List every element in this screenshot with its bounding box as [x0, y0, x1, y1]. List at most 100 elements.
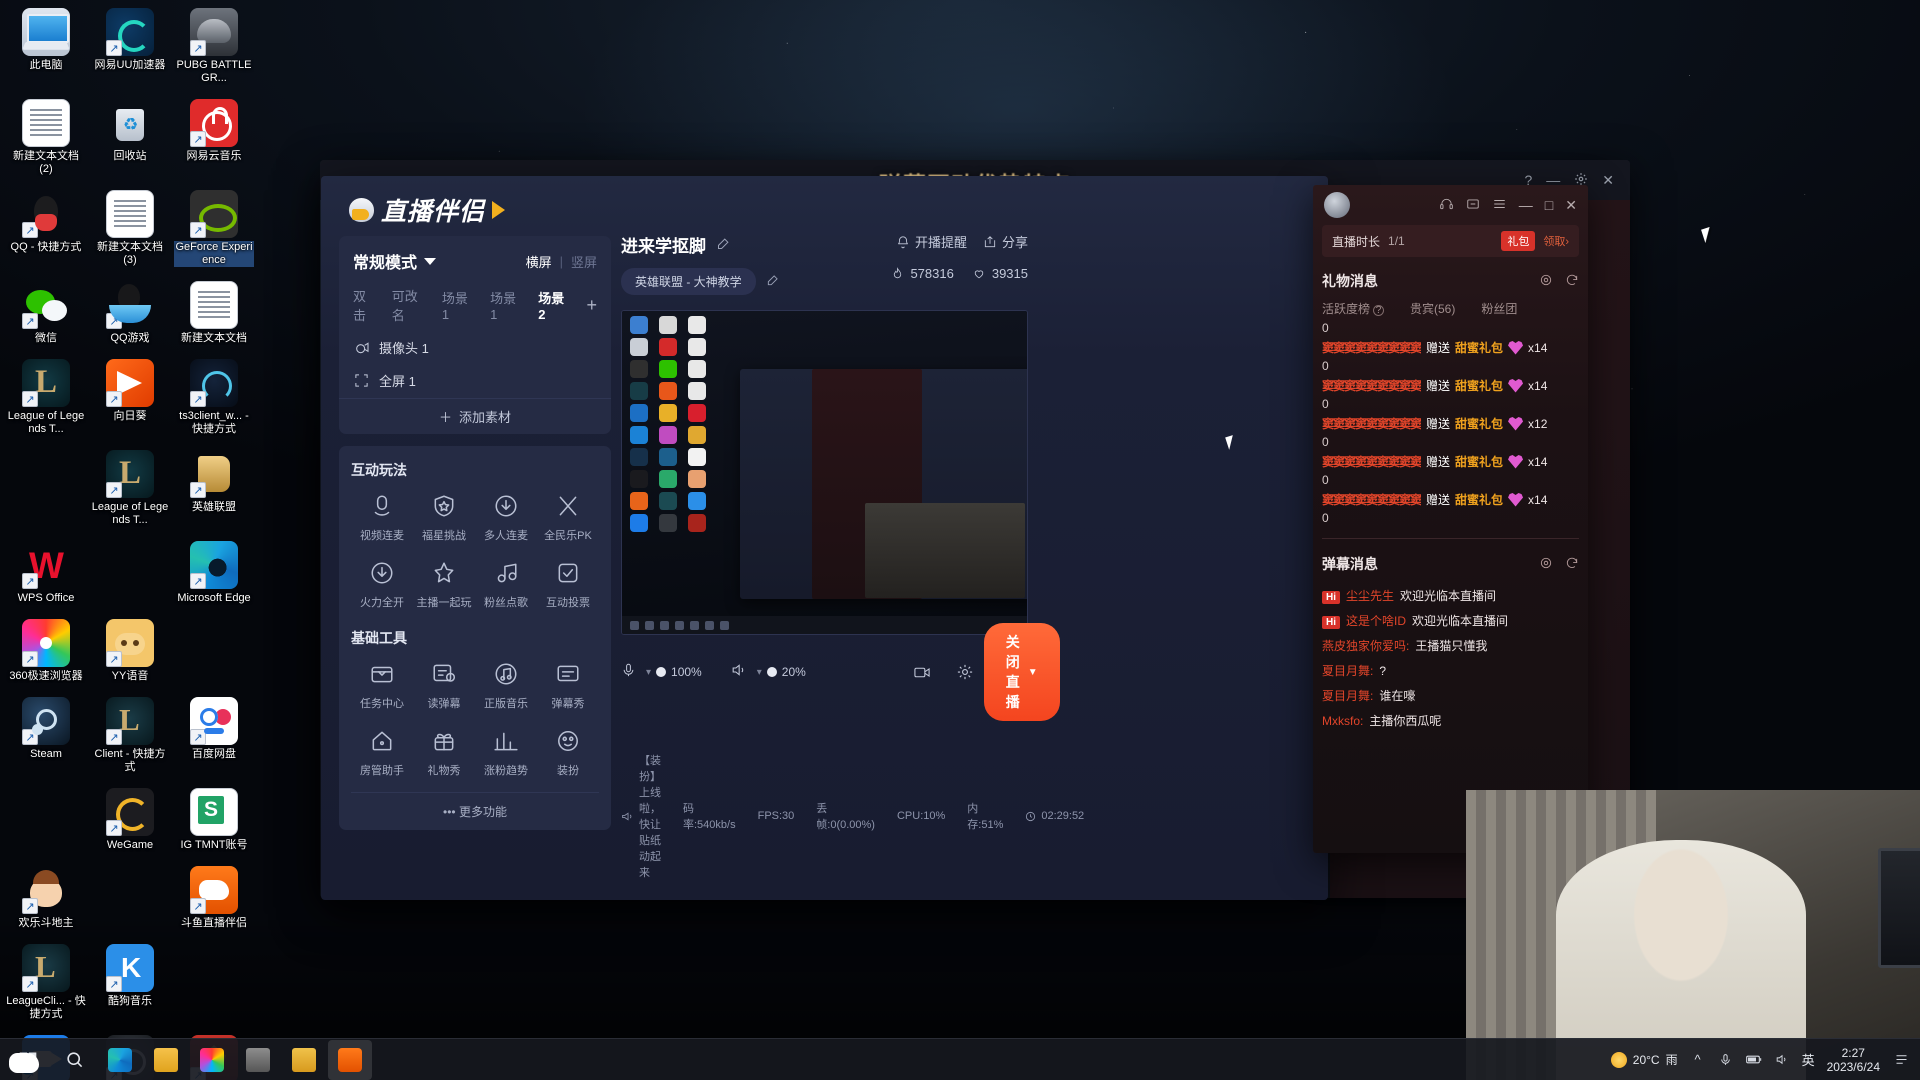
- weather-widget[interactable]: 20°C 雨: [1610, 1051, 1678, 1068]
- danmaku-message-row[interactable]: 夏目月舞:?: [1322, 658, 1579, 683]
- layer-item-camera[interactable]: 摄像头 1: [353, 338, 597, 357]
- orientation-landscape[interactable]: 横屏: [526, 252, 552, 271]
- mic-caret-icon[interactable]: ▾: [646, 667, 651, 678]
- mic-icon[interactable]: [1718, 1052, 1734, 1068]
- add-scene-icon[interactable]: +: [586, 296, 597, 314]
- tool-item[interactable]: 主播一起玩: [413, 557, 475, 610]
- desktop-icon[interactable]: 酷狗音乐: [90, 940, 170, 1021]
- gift-message-row[interactable]: 窦窦窦窦窦窦窦窦窦 赠送 甜蜜礼包 x12: [1322, 414, 1579, 433]
- minimize-icon[interactable]: —: [1519, 197, 1533, 213]
- settings-button[interactable]: [956, 659, 974, 685]
- target-icon[interactable]: [1539, 273, 1553, 290]
- gift-message-list[interactable]: 0 窦窦窦窦窦窦窦窦窦 赠送 甜蜜礼包 x14 0 窦窦窦窦窦窦窦窦窦 赠送 甜蜜礼包 x14 0 窦…: [1322, 319, 1579, 528]
- edit-icon[interactable]: [716, 236, 731, 254]
- danmaku-message-list[interactable]: Hi 尘尘先生 欢迎光临本直播间 Hi 这是个啥ID 欢迎光临本直播间 燕皮独家你爱吗: 王播…: [1322, 579, 1579, 733]
- gift-tab-vip[interactable]: 贵宾(56): [1410, 300, 1455, 317]
- scene-tab-0[interactable]: 双击: [353, 286, 376, 324]
- category-edit-icon[interactable]: [766, 273, 780, 290]
- search-button[interactable]: [52, 1040, 96, 1080]
- desktop-icon[interactable]: 新建文本文档 (3): [90, 186, 170, 267]
- stream-preview[interactable]: [621, 310, 1028, 635]
- desktop-icon[interactable]: 英雄联盟: [174, 446, 254, 527]
- danmaku-message-row[interactable]: 夏目月舞: 谁在嚎: [1322, 683, 1579, 708]
- scene-tab-4[interactable]: 场景 2: [538, 288, 570, 322]
- live-companion-window[interactable]: 直播伴侣 常规模式 横屏 | 竖屏 双击 可改名 场景 1 场景 1 场景 2 …: [321, 176, 1328, 900]
- gift-message-row[interactable]: 窦窦窦窦窦窦窦窦窦 赠送 甜蜜礼包 x14: [1322, 452, 1579, 471]
- desktop-icon[interactable]: 网易云音乐: [174, 95, 254, 176]
- taskbar-item-chrome[interactable]: [190, 1040, 234, 1080]
- desktop-icon[interactable]: 微信: [6, 277, 86, 345]
- refresh-icon[interactable]: [1565, 556, 1579, 573]
- gift-message-row[interactable]: 窦窦窦窦窦窦窦窦窦 赠送 甜蜜礼包 x14: [1322, 490, 1579, 509]
- category-pill[interactable]: 英雄联盟 - 大神教学: [621, 268, 756, 295]
- desktop-icon[interactable]: 网易UU加速器: [90, 4, 170, 85]
- desktop-icon[interactable]: 360极速浏览器: [6, 615, 86, 683]
- taskbar-item-douyu[interactable]: [328, 1039, 372, 1080]
- taskbar-item-edge[interactable]: [98, 1040, 142, 1080]
- gift-tab-activity[interactable]: 活跃度榜?: [1322, 300, 1385, 317]
- gift-message-row[interactable]: 窦窦窦窦窦窦窦窦窦 赠送 甜蜜礼包 x14: [1322, 376, 1579, 395]
- headset-icon[interactable]: [1439, 197, 1454, 214]
- danmaku-message-row[interactable]: 燕皮独家你爱吗: 王播猫只懂我: [1322, 633, 1579, 658]
- speaker-icon[interactable]: [730, 662, 747, 682]
- tool-item[interactable]: 全民乐PK: [537, 490, 599, 543]
- orientation-toggle[interactable]: 横屏 | 竖屏: [526, 252, 597, 271]
- desktop-icon[interactable]: 回收站: [90, 95, 170, 176]
- tool-item[interactable]: 互动投票: [537, 557, 599, 610]
- desktop-icon[interactable]: 新建文本文档 (2): [6, 95, 86, 176]
- clock-widget[interactable]: 2:27 2023/6/24: [1827, 1046, 1880, 1074]
- desktop-icon[interactable]: 百度网盘: [174, 693, 254, 774]
- gift-message-row[interactable]: 窦窦窦窦窦窦窦窦窦 赠送 甜蜜礼包 x14: [1322, 338, 1579, 357]
- ime-indicator[interactable]: 英: [1802, 1050, 1815, 1069]
- desktop-icon[interactable]: YY语音: [90, 615, 170, 683]
- speaker-caret-icon[interactable]: ▾: [757, 667, 762, 678]
- tool-item[interactable]: 礼物秀: [413, 725, 475, 778]
- scene-tab-2[interactable]: 场景 1: [442, 288, 474, 322]
- layer-item-fullscreen[interactable]: 全屏 1: [353, 371, 597, 390]
- refresh-icon[interactable]: [1565, 273, 1579, 290]
- tool-item[interactable]: 装扮: [537, 725, 599, 778]
- orientation-portrait[interactable]: 竖屏: [571, 252, 597, 271]
- taskbar-item-notepad[interactable]: [282, 1040, 326, 1080]
- tool-item[interactable]: 粉丝点歌: [475, 557, 537, 610]
- avatar[interactable]: [1324, 192, 1350, 218]
- chevron-down-icon[interactable]: ▼: [1028, 667, 1038, 678]
- battery-icon[interactable]: [1745, 1052, 1762, 1068]
- desktop-icon[interactable]: LeagueCli... - 快捷方式: [6, 940, 86, 1021]
- taskbar-item-explorer[interactable]: [144, 1040, 188, 1080]
- mode-selector[interactable]: 常规模式: [353, 249, 437, 273]
- share-button[interactable]: 分享: [983, 232, 1028, 251]
- desktop-icon[interactable]: IG TMNT账号: [174, 784, 254, 852]
- desktop-icon[interactable]: League of Legends T...: [6, 355, 86, 436]
- add-source-button[interactable]: ＋ 添加素材: [339, 398, 611, 434]
- tool-item[interactable]: 房管助手: [351, 725, 413, 778]
- desktop-icon[interactable]: 向日葵: [90, 355, 170, 436]
- scene-tab-3[interactable]: 场景 1: [490, 288, 522, 322]
- tool-item[interactable]: 涨粉趋势: [475, 725, 537, 778]
- desktop-icon[interactable]: 斗鱼直播伴侣: [174, 862, 254, 930]
- desktop-icon[interactable]: ts3client_w... - 快捷方式: [174, 355, 254, 436]
- taskbar-item-player[interactable]: [236, 1040, 280, 1080]
- tool-item[interactable]: 正版音乐: [475, 658, 537, 711]
- chevron-up-icon[interactable]: ^: [1690, 1052, 1706, 1068]
- tool-item[interactable]: 火力全开: [351, 557, 413, 610]
- more-features-button[interactable]: ••• 更多功能: [351, 792, 599, 820]
- desktop-icon[interactable]: WPS Office: [6, 537, 86, 605]
- douyu-titlebar[interactable]: — □ ✕: [1313, 185, 1588, 225]
- desktop-icon[interactable]: QQ游戏: [90, 277, 170, 345]
- gift-badge[interactable]: 礼包: [1501, 231, 1536, 251]
- gift-tab-fanclub[interactable]: 粉丝团: [1481, 300, 1517, 317]
- desktop-icon[interactable]: GeForce Experience: [174, 186, 254, 267]
- desktop-icon[interactable]: 欢乐斗地主: [6, 862, 86, 930]
- mic-icon[interactable]: [621, 662, 636, 683]
- tool-item[interactable]: 视频连麦: [351, 490, 413, 543]
- desktop-icon[interactable]: Microsoft Edge: [174, 537, 254, 605]
- stop-stream-button[interactable]: 关闭直播 ▼: [983, 623, 1060, 721]
- claim-button[interactable]: 领取›: [1543, 233, 1569, 249]
- desktop-icon[interactable]: 此电脑: [6, 4, 86, 85]
- screenshot-icon[interactable]: [1466, 197, 1480, 214]
- notification-icon[interactable]: [1892, 1051, 1910, 1069]
- danmaku-message-row[interactable]: Hi 这是个啥ID 欢迎光临本直播间: [1322, 608, 1579, 633]
- tool-item[interactable]: 多人连麦: [475, 490, 537, 543]
- desktop-icon[interactable]: PUBG BATTLEGR...: [174, 4, 254, 85]
